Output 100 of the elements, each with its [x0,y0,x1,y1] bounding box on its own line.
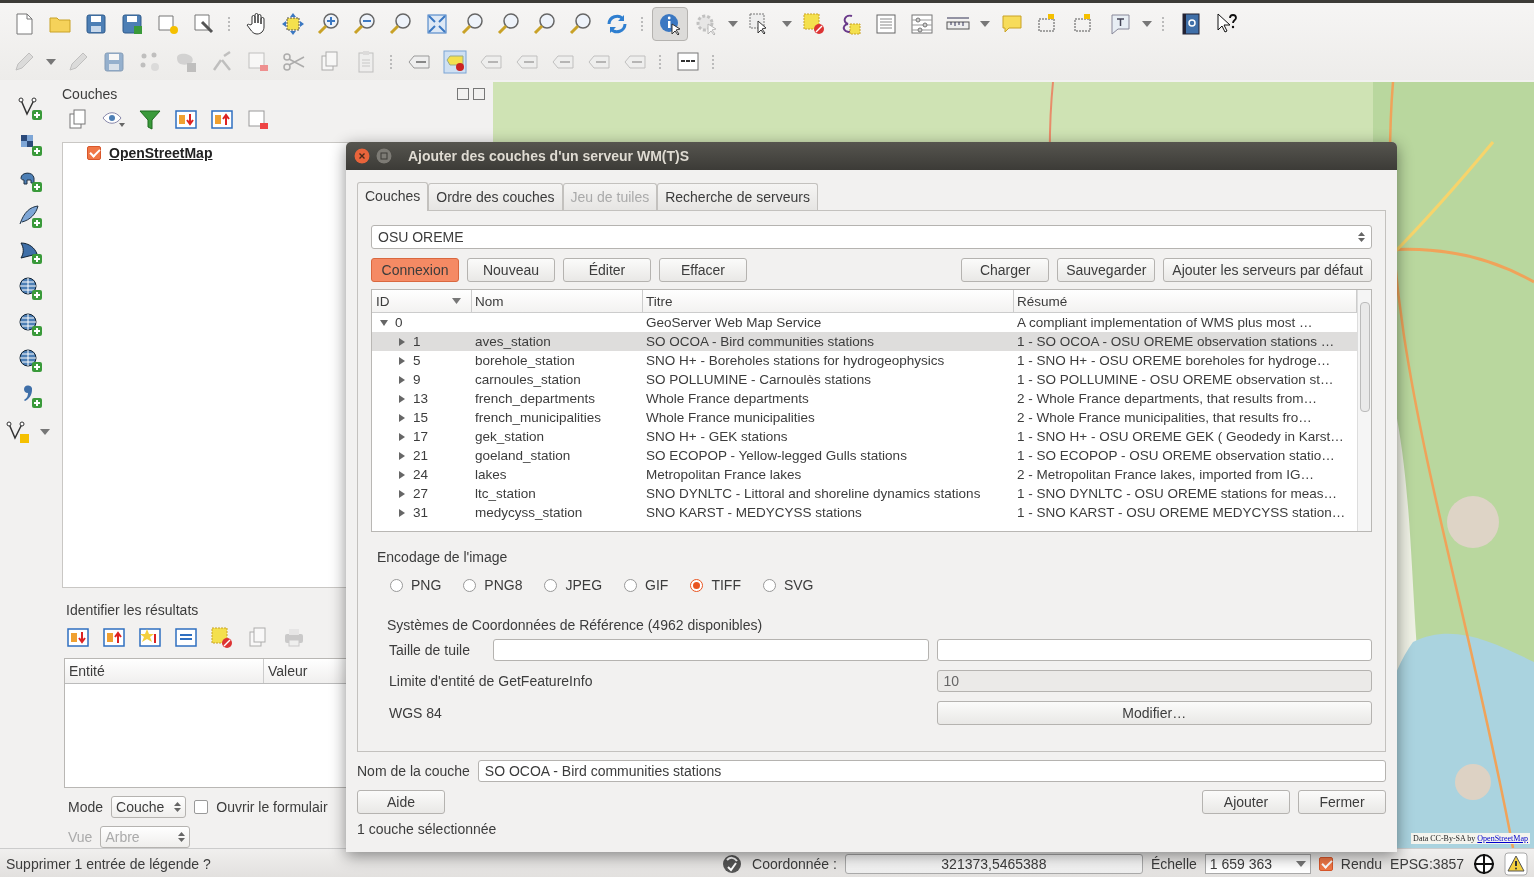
add-vector-layer-icon[interactable] [6,420,30,444]
collapsed-arrow-icon[interactable] [398,394,406,403]
attribution-link[interactable]: OpenStreetMap [1477,834,1528,843]
magnifier-icon[interactable] [389,11,413,36]
table-row[interactable]: 17 gek_station SNO H+ - GEK stations 1 - SNO H+ - OSU OREME GEK ( Geodedy in Karst… [372,427,1357,446]
radio-button[interactable] [544,578,558,592]
radio-button[interactable] [762,578,776,592]
collapsed-arrow-icon[interactable] [398,375,406,384]
add-globe-layer-icon[interactable] [18,312,42,336]
table-row[interactable]: 0 GeoServer Web Map Service A compliant implementation of WMS plus most … [372,313,1357,332]
delete-selected-icon[interactable] [246,50,270,74]
move-arrows-icon[interactable] [281,11,305,36]
table-row[interactable]: 9 carnoules_station SO POLLUMINE - Carnoulès stations 1 - SO POLLUMINE - OSU OREME observation st… [372,370,1357,389]
collapse-all-icon[interactable] [210,108,234,132]
add-raster-layer-icon[interactable] [18,132,42,156]
caret-icon[interactable] [40,429,50,435]
radio-button[interactable] [390,578,403,592]
zoom-full-icon[interactable] [425,11,449,36]
magnifier-icon[interactable] [461,11,485,36]
close-button[interactable] [473,88,485,100]
tab[interactable]: Couches [357,182,429,211]
caret-icon[interactable] [782,20,792,27]
close-button[interactable] [354,148,370,164]
radio-button[interactable] [463,578,477,592]
render-checkbox[interactable] [1318,856,1333,871]
add-button[interactable]: Ajouter [1202,790,1290,814]
table-row[interactable]: 13 french_departments Whole France departments 2 - Whole France departments, that results from… [372,389,1357,408]
caret-icon[interactable] [980,20,990,27]
caret-icon[interactable] [728,20,738,27]
tab[interactable]: Recherche de serveurs [657,183,818,210]
crosshair-globe-icon[interactable] [1472,851,1496,876]
save-as-icon[interactable] [120,11,144,36]
input-field[interactable] [936,639,1372,661]
collapsed-arrow-icon[interactable] [398,356,406,365]
add-vector-layer-icon[interactable] [18,96,42,120]
radio-button[interactable] [624,578,638,592]
zoom-out-icon[interactable] [353,11,377,36]
table-row[interactable]: 1 aves_station SO OCOA - Bird communities stations 1 - SO OCOA - OSU OREME observation stations … [372,332,1357,351]
expanded-arrow-icon[interactable] [380,318,388,327]
maximize-button[interactable] [376,148,392,164]
remove-layer-icon[interactable] [246,108,270,132]
zoom-in-icon[interactable] [317,11,341,36]
coordinate-field[interactable]: 321373,5465388 [844,853,1143,874]
close-button[interactable]: Fermer [1298,790,1386,814]
toolbar-button[interactable]: Effacer [659,258,747,282]
caret-icon[interactable] [1142,20,1152,27]
magnifier-icon[interactable] [533,11,557,36]
collapsed-arrow-icon[interactable] [398,413,406,422]
table-row[interactable]: 24 lakes Metropolitan France lakes 2 - Metropolitan France lakes, imported from IG… [372,465,1357,484]
label-icon[interactable] [443,50,467,74]
help-button[interactable]: Aide [357,790,445,814]
table-row[interactable]: 21 goeland_station SO ECOPOP - Yellow-legged Gulls stations 1 - SO ECOPOP - OSU OREME observation statio… [372,446,1357,465]
column-header[interactable]: Titre [643,290,1014,312]
collapsed-arrow-icon[interactable] [398,489,406,498]
table-icon[interactable] [874,11,898,36]
add-feather-layer-icon[interactable] [18,204,42,228]
add-sail-layer-icon[interactable] [18,240,42,264]
collapse-icon[interactable] [102,626,126,650]
toolbar-button[interactable]: Nouveau [467,258,555,282]
caret-icon[interactable] [46,59,56,65]
layer-name[interactable]: OpenStreetMap [109,145,213,161]
server-dropdown[interactable]: OSU OREME [371,225,1372,249]
magnifier-icon[interactable] [569,11,593,36]
collapsed-arrow-icon[interactable] [398,470,406,479]
toolbar-button[interactable]: Ajouter les serveurs par défaut [1163,258,1372,282]
input-field[interactable] [493,639,929,661]
table-row[interactable]: 15 french_municipalities Whole France municipalities 2 - Whole France municipalities, that results fro… [372,408,1357,427]
scale-dropdown[interactable]: 1 659 363 [1204,853,1311,874]
column-header[interactable]: Nom [472,290,643,312]
table-row[interactable]: 5 borehole_station SNO H+ - Boreholes stations for hydrogeophysics 1 - SNO H+ - OSU OREME boreholes for hydroge… [372,351,1357,370]
toolbar-button[interactable]: Charger [961,258,1050,282]
column-header[interactable]: Entité [65,659,264,683]
identify-icon[interactable] [658,11,682,36]
layer-checkbox[interactable] [87,146,101,160]
filter-icon[interactable] [138,108,162,132]
float-button[interactable] [457,88,469,100]
modify-button[interactable]: Modifier… [936,701,1372,725]
collapsed-arrow-icon[interactable] [398,451,406,460]
collapsed-arrow-icon[interactable] [398,432,406,441]
nodes-icon[interactable] [138,50,162,74]
list-icon[interactable] [174,626,198,650]
catalog-icon[interactable] [676,50,700,74]
magnifier-icon[interactable] [497,11,521,36]
table-row[interactable]: 27 ltc_station SNO DYNLTC - Littoral and shoreline dynamics stations 1 - SNO DYNLTC - OSU OREME stations for meas… [372,484,1357,503]
abacus-icon[interactable] [910,11,934,36]
save-icon[interactable] [84,11,108,36]
open-form-checkbox[interactable] [194,800,209,814]
collapsed-arrow-icon[interactable] [398,508,406,517]
expand-new-icon[interactable] [138,626,162,650]
crs-button[interactable]: EPSG:3857 [1390,855,1464,872]
expand-icon[interactable] [66,626,90,650]
toolbar-button[interactable]: Éditer [563,258,651,282]
toolbar-button[interactable]: Connexion [371,258,459,282]
warning-icon[interactable] [1504,851,1528,876]
tab[interactable]: Ordre des couches [428,183,563,210]
mode-dropdown[interactable]: Couche [111,796,187,818]
help-book-icon[interactable] [1179,11,1203,36]
save-edits-icon[interactable] [102,50,126,74]
expand-all-icon[interactable] [174,108,198,132]
column-header[interactable]: ID [372,290,472,312]
